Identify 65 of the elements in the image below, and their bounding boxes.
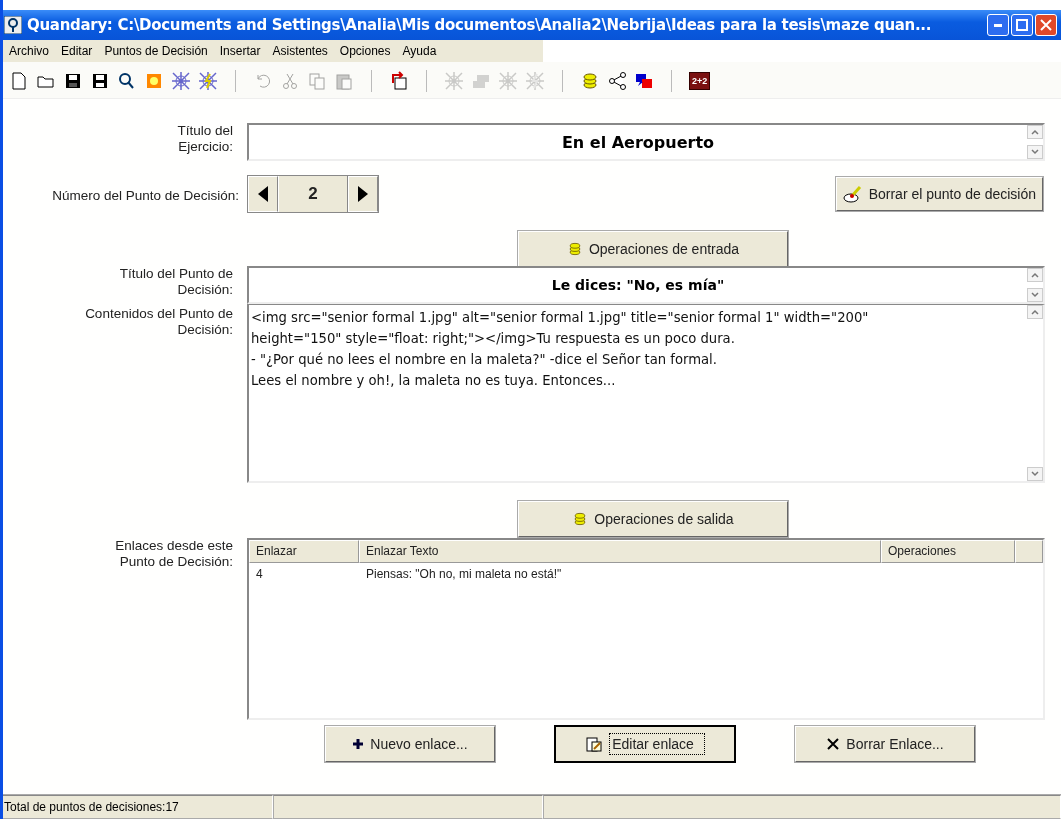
column-header[interactable]: Enlazar (249, 540, 359, 563)
left-arrow-icon (258, 186, 268, 202)
menu-item[interactable]: Puntos de Decisión (98, 42, 214, 60)
scroll-down-icon[interactable] (1027, 145, 1043, 159)
next-button[interactable] (348, 176, 378, 212)
text-line: height="150" style="float: right;"></img>Tu respuesta es un poco dura. (251, 330, 736, 348)
app-icon (4, 16, 22, 34)
text-line: <img src="senior formal 1.jpg" alt="senior formal 1.jpg" title="senior formal 1" width="200" (251, 309, 870, 327)
exercise-title-field[interactable]: En el Aeropuerto (247, 123, 1045, 161)
minimize-button[interactable] (987, 14, 1009, 36)
scroll-up-icon[interactable] (1027, 125, 1043, 139)
menu-item[interactable]: Archivo (3, 42, 55, 60)
eraser-icon (842, 185, 863, 203)
maximize-button[interactable] (1011, 14, 1033, 36)
close-button[interactable] (1035, 14, 1057, 36)
menu-item[interactable]: Opciones (333, 42, 397, 60)
table-cell: Piensas: "Oh no, mi maleta no está!" (366, 567, 562, 581)
scroll-up-icon[interactable] (1027, 305, 1043, 319)
point-title-field[interactable]: Le dices: "No, es mía" (247, 266, 1045, 304)
input-operations-button[interactable]: Operaciones de entrada (518, 231, 788, 267)
column-header[interactable]: Operaciones (881, 540, 1015, 563)
sum-icon[interactable]: 2+2 (689, 72, 711, 90)
redo-icon[interactable] (389, 71, 409, 91)
edit-link-button[interactable]: Editar enlace (555, 726, 735, 762)
menu-item[interactable]: Ayuda (396, 42, 443, 60)
menu-item[interactable]: Asistentes (266, 42, 334, 60)
new-link-button[interactable]: Nuevo enlace... (325, 726, 495, 762)
web-icon[interactable] (171, 71, 191, 91)
web-icon[interactable] (198, 71, 218, 91)
field-label: Contenidos del Punto de Decisión: (84, 306, 234, 338)
table-row[interactable]: 4 Piensas: "Oh no, mi maleta no está!" (249, 563, 1043, 581)
chat-icon[interactable] (634, 71, 654, 91)
menu-item[interactable]: Insertar (213, 42, 267, 60)
right-arrow-icon (358, 186, 368, 202)
column-header[interactable]: Enlazar Texto (359, 540, 881, 563)
sun-icon[interactable] (144, 71, 164, 91)
output-operations-button[interactable]: Operaciones de salida (518, 501, 788, 537)
scroll-down-icon[interactable] (1027, 467, 1043, 481)
content-text-area[interactable] (247, 304, 1045, 483)
status-text: Total de puntos de decisiones:17 (3, 795, 273, 819)
close-icon (1040, 19, 1052, 31)
scroll-up-icon[interactable] (1027, 268, 1043, 282)
delete-point-button[interactable]: Borrar el punto de decisión (835, 177, 1043, 211)
find-icon[interactable] (117, 71, 137, 91)
field-label: Enlaces desde este Punto de Decisión: (114, 538, 234, 570)
plus-icon (352, 738, 365, 750)
field-value: En el Aeropuerto (560, 132, 716, 152)
document-edit-icon (585, 735, 604, 753)
maximize-icon (1016, 19, 1028, 31)
scroll-down-icon[interactable] (1027, 288, 1043, 302)
minimize-icon (994, 23, 1002, 27)
field-value: Le dices: "No, es mía" (550, 277, 726, 293)
new-file-icon[interactable] (9, 71, 29, 91)
previous-button[interactable] (248, 176, 278, 212)
field-label: Título del Ejercicio: (176, 123, 234, 155)
text-line: - "¿Por qué no lees el nombre en la maleta?" -dice el Señor tan formal. (251, 351, 718, 369)
field-label: Título del Punto de Decisión: (118, 266, 234, 298)
close-icon (826, 737, 841, 751)
table-cell: 4 (256, 567, 263, 581)
delete-link-button[interactable]: Borrar Enlace... (795, 726, 975, 762)
field-label: Número del Punto de Decisión: (51, 188, 240, 204)
share-icon[interactable] (607, 71, 627, 91)
window-title: Quandary: C:\Documents and Settings\Analia\Mis documentos\Analia2\Nebrija\Ideas para la tesis\maze quan... (27, 16, 933, 34)
text-line: Lees el nombre y oh!, la maleta no es tuya. Entonces... (251, 372, 617, 390)
menu-item[interactable]: Editar (55, 42, 99, 60)
